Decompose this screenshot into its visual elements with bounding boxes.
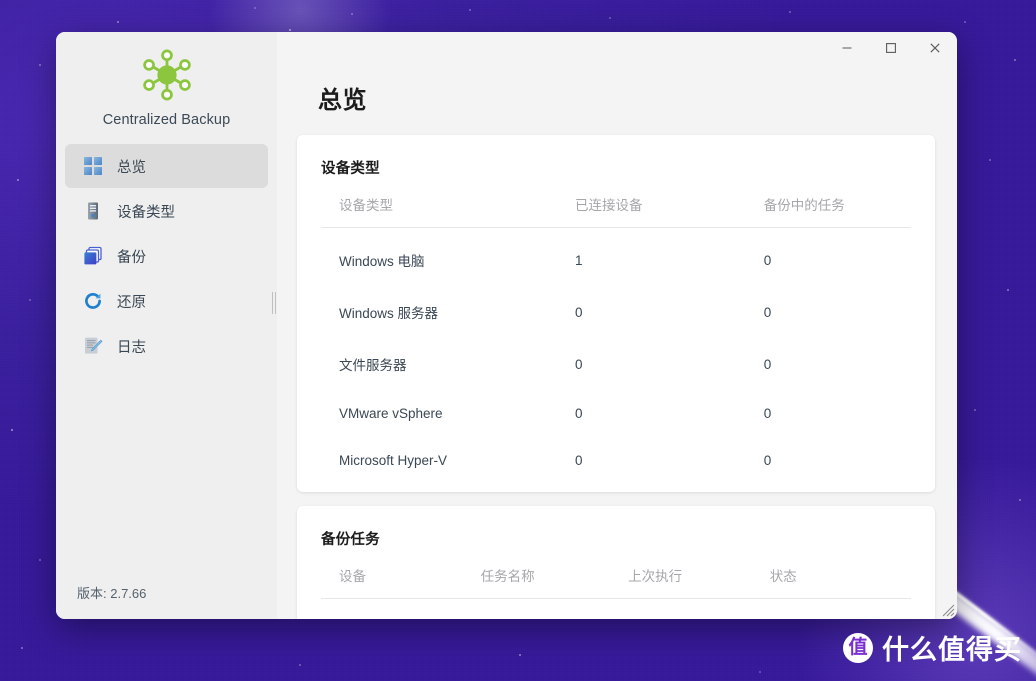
desktop-wallpaper: Centralized Backup 总览 设备类型 备份 还原 日志 版本: …	[0, 0, 1036, 681]
cell-device-type: 文件服务器	[339, 358, 407, 373]
device-types-card: 设备类型 设备类型 已连接设备 备份中的任务 Windows 电脑 1 0 Wi…	[297, 135, 935, 492]
sidebar-item-overview[interactable]: 总览	[65, 144, 268, 188]
cell-running-tasks: 0	[763, 453, 772, 468]
sidebar-item-label: 备份	[117, 249, 146, 266]
cell-connected-devices: 0	[575, 304, 583, 320]
table-row[interactable]: 文件服务器 0 0	[321, 338, 911, 390]
table-header-row: 设备类型 已连接设备 备份中的任务	[321, 194, 911, 228]
column-header: 设备	[321, 565, 463, 599]
main-content: 总览 设备类型 设备类型 已连接设备 备份中的任务 Windows 电脑 1 0…	[277, 32, 957, 619]
close-icon	[930, 43, 940, 53]
watermark: 值 什么值得买	[843, 628, 1022, 667]
maximize-icon	[886, 43, 896, 53]
window-titlebar[interactable]	[56, 32, 957, 64]
card-title: 备份任务	[321, 532, 380, 548]
copy-stack-icon	[82, 246, 103, 267]
sidebar-item-backup[interactable]: 备份	[65, 234, 268, 278]
column-header: 状态	[751, 565, 911, 599]
backup-tasks-table: 设备 任务名称 上次执行 状态	[321, 565, 911, 599]
minimize-icon	[842, 47, 852, 49]
server-tower-icon	[82, 201, 103, 222]
centralized-backup-window: Centralized Backup 总览 设备类型 备份 还原 日志 版本: …	[56, 32, 957, 619]
document-pencil-icon	[82, 336, 103, 357]
brand-name: Centralized Backup	[102, 112, 231, 128]
cell-running-tasks: 0	[763, 304, 772, 320]
sidebar-nav: 总览 设备类型 备份 还原 日志	[56, 144, 277, 369]
cell-device-type: Windows 电脑	[339, 254, 425, 269]
cell-running-tasks: 0	[763, 252, 772, 268]
close-button[interactable]	[913, 32, 957, 64]
sidebar-resize-handle[interactable]	[270, 290, 277, 316]
sidebar-item-logs[interactable]: 日志	[65, 324, 268, 368]
restore-circle-arrow-icon	[82, 291, 103, 312]
cell-connected-devices: 1	[575, 252, 583, 268]
sidebar: Centralized Backup 总览 设备类型 备份 还原 日志 版本: …	[56, 32, 277, 619]
column-header: 设备类型	[321, 194, 557, 228]
cell-connected-devices: 0	[575, 406, 583, 421]
cell-device-type: Windows 服务器	[339, 306, 439, 321]
sidebar-item-label: 日志	[117, 339, 146, 356]
table-row[interactable]: VMware vSphere 0 0	[321, 390, 911, 437]
table-row[interactable]: Windows 服务器 0 0	[321, 286, 911, 338]
table-row[interactable]: Microsoft Hyper-V 0 0	[321, 437, 911, 484]
minimize-button[interactable]	[825, 32, 869, 64]
cell-connected-devices: 0	[575, 356, 583, 372]
window-body: Centralized Backup 总览 设备类型 备份 还原 日志 版本: …	[56, 32, 957, 619]
sidebar-item-restore[interactable]: 还原	[65, 279, 268, 323]
device-types-table: 设备类型 已连接设备 备份中的任务 Windows 电脑 1 0 Windows…	[321, 194, 911, 484]
sidebar-item-label: 还原	[117, 294, 146, 311]
column-header: 任务名称	[462, 565, 611, 599]
cell-device-type: Microsoft Hyper-V	[339, 453, 448, 468]
watermark-text: 什么值得买	[882, 635, 1022, 665]
sidebar-item-label: 设备类型	[117, 204, 175, 221]
column-header: 已连接设备	[557, 194, 746, 228]
sidebar-item-label: 总览	[117, 159, 146, 176]
maximize-button[interactable]	[869, 32, 913, 64]
cell-device-type: VMware vSphere	[339, 406, 443, 421]
table-header-row: 设备 任务名称 上次执行 状态	[321, 565, 911, 599]
version-label: 版本: 2.7.66	[77, 586, 147, 601]
column-header: 备份中的任务	[745, 194, 911, 228]
empty-state-illustration	[321, 599, 911, 619]
grid-overview-icon	[82, 156, 103, 177]
cell-running-tasks: 0	[763, 406, 772, 421]
cell-running-tasks: 0	[763, 356, 772, 372]
card-title: 设备类型	[321, 161, 380, 177]
cell-connected-devices: 0	[575, 453, 583, 468]
watermark-logo-icon: 值	[843, 632, 873, 663]
column-header: 上次执行	[610, 565, 752, 599]
window-resize-grip[interactable]	[939, 601, 955, 617]
sidebar-item-device-types[interactable]: 设备类型	[65, 189, 268, 233]
table-row[interactable]: Windows 电脑 1 0	[321, 228, 911, 287]
backup-tasks-card: 备份任务 设备 任务名称 上次执行 状态	[297, 506, 935, 619]
